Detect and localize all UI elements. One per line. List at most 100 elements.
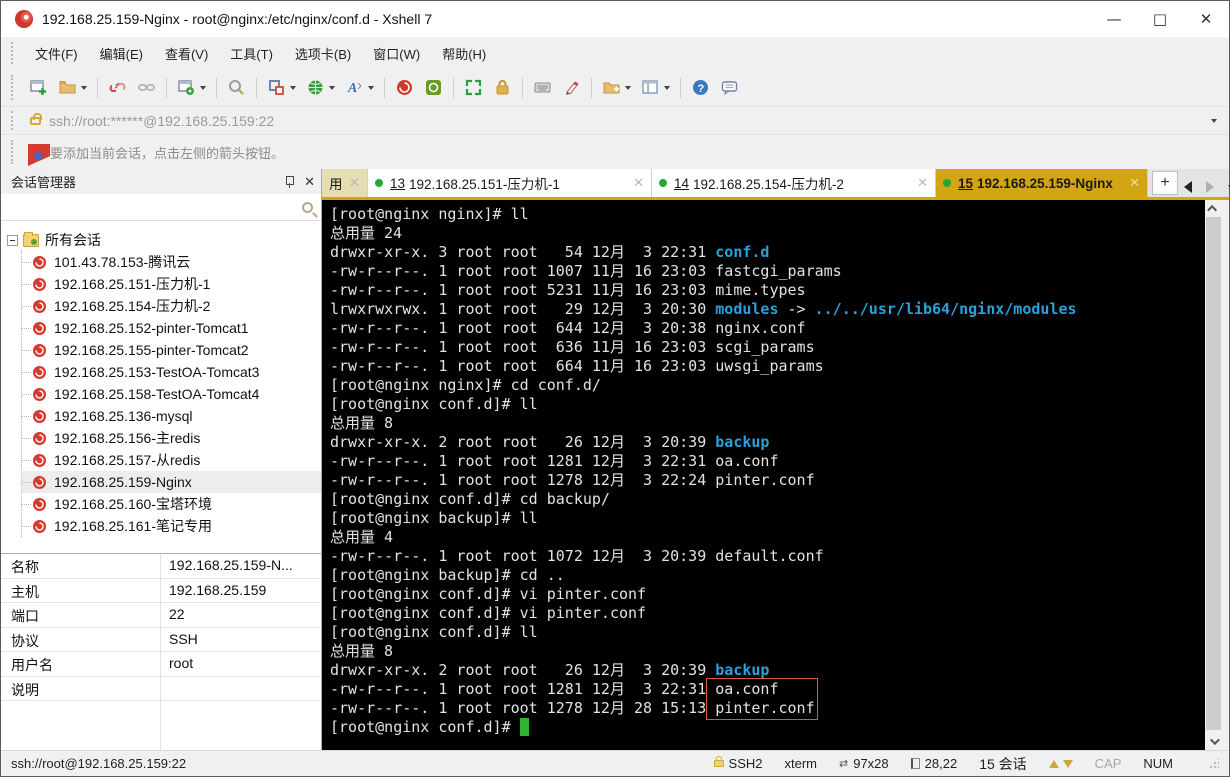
resize-grip[interactable] [1209,758,1219,769]
terminal-line: [root@nginx conf.d]# vi pinter.conf [330,585,647,603]
menu-item[interactable]: 工具(T) [219,40,284,67]
status-terminal-size: 97x28 [853,756,889,771]
collapse-expander-icon[interactable] [7,234,18,246]
session-tree-item[interactable]: 192.168.25.154-压力机-2 [22,295,321,317]
tab-close-icon[interactable]: ✕ [625,175,644,191]
session-tree-item[interactable]: 192.168.25.160-宝塔环境 [22,493,321,515]
tab-close-icon[interactable]: ✕ [909,175,928,191]
menu-item[interactable]: 选项卡(B) [284,40,362,67]
globe-encoding-icon[interactable] [302,74,339,101]
session-tree-children: 101.43.78.153-腾讯云 192.168.25.151-压力机-1 192… [21,251,321,537]
session-search-input[interactable] [9,199,302,215]
status-session-count[interactable]: 15 会话 [979,754,1026,774]
virtual-keyboard-icon[interactable] [529,74,556,101]
session-tree-item[interactable]: 192.168.25.158-TestOA-Tomcat4 [22,383,321,405]
terminal-line: [root@nginx backup]# cd .. [330,566,565,584]
menu-item[interactable]: 文件(F) [24,40,89,67]
fullscreen-icon[interactable] [460,74,487,101]
status-terminal-type[interactable]: xterm [785,756,818,771]
lock-icon[interactable] [489,74,516,101]
window-edge [1222,200,1229,750]
new-folder-icon[interactable] [598,74,635,101]
session-tree-item[interactable]: 101.43.78.153-腾讯云 [22,251,321,273]
find-icon[interactable] [223,74,250,101]
help-icon[interactable]: ? [687,74,714,101]
address-dropdown-caret[interactable] [1211,118,1217,123]
terminal-tab[interactable]: 13 192.168.25.151-压力机-1 ✕ [368,169,652,197]
address-url[interactable]: ssh://root:******@192.168.25.159:22 [49,113,274,129]
close-button[interactable]: ✕ [1183,1,1229,37]
tab-close-icon[interactable]: ✕ [1121,175,1140,191]
dropdown-caret[interactable] [664,85,670,90]
session-tree-item[interactable]: 192.168.25.156-主redis [22,427,321,449]
scrollbar-thumb[interactable] [1206,217,1221,730]
property-row[interactable]: 端口 22 [1,603,321,628]
property-row[interactable]: 协议 SSH [1,627,321,652]
new-session-icon[interactable] [25,74,52,101]
panel-close-icon[interactable]: ✕ [304,175,315,188]
property-row[interactable]: 主机 192.168.25.159 [1,578,321,603]
terminal-tab[interactable]: 15 192.168.25.159-Nginx ✕ [936,169,1148,197]
session-label: 192.168.25.157-从redis [54,452,201,468]
compose-layout-icon[interactable] [263,74,300,101]
session-label: 192.168.25.152-pinter-Tomcat1 [54,320,249,336]
minimize-button[interactable]: — [1091,1,1137,37]
property-row[interactable]: 名称 192.168.25.159-N... [1,554,321,579]
maximize-button[interactable]: □ [1137,1,1183,37]
property-label: 说明 [1,676,161,700]
session-manager-header: 会话管理器 ✕ [1,169,321,194]
scroll-down-icon[interactable] [1205,733,1222,750]
pin-icon[interactable] [284,175,295,188]
session-tree-item[interactable]: 192.168.25.151-压力机-1 [22,273,321,295]
tab-close-icon[interactable]: ✕ [341,175,360,191]
tab-scroll-right-icon[interactable] [1206,181,1214,193]
dropdown-caret[interactable] [329,85,335,90]
session-tree-item[interactable]: 192.168.25.159-Nginx [22,471,321,493]
highlight-pen-icon[interactable] [558,74,585,101]
session-tree-root[interactable]: 所有会话 [7,229,321,251]
menu-item[interactable]: 编辑(E) [89,40,154,67]
terminal-output[interactable]: [root@nginx nginx]# ll 总用量 24 drwxr-xr-x. … [322,200,1205,750]
tab-scroll-left-icon[interactable] [1184,181,1192,193]
menu-item[interactable]: 窗口(W) [362,40,431,67]
xshell-icon[interactable] [391,74,418,101]
search-icon[interactable] [302,201,313,213]
scroll-up-icon[interactable] [1205,200,1222,217]
menu-item[interactable]: 查看(V) [154,40,219,67]
add-session-arrow-icon[interactable] [28,144,42,160]
dropdown-caret[interactable] [368,85,374,90]
feedback-icon[interactable] [716,74,743,101]
connected-dot-icon [943,179,951,187]
terminal-tab[interactable]: 14 192.168.25.154-压力机-2 ✕ [652,169,936,197]
all-sessions-label: 所有会话 [45,232,101,248]
session-tree-item[interactable]: 192.168.25.157-从redis [22,449,321,471]
dropdown-caret[interactable] [625,85,631,90]
property-row[interactable]: 用户名 root [1,652,321,677]
session-tree-item[interactable]: 192.168.25.152-pinter-Tomcat1 [22,317,321,339]
font-icon[interactable]: A [341,74,378,101]
reconnect-icon[interactable] [133,74,160,101]
disconnect-icon[interactable] [104,74,131,101]
terminal-size-icon: ⇄ [839,758,849,770]
open-session-icon[interactable] [54,74,91,101]
window-layout-icon[interactable] [637,74,674,101]
session-tree-item[interactable]: 192.168.25.136-mysql [22,405,321,427]
new-tab-button[interactable]: + [1152,171,1178,195]
session-properties-icon[interactable] [173,74,210,101]
session-tree-item[interactable]: 192.168.25.153-TestOA-Tomcat3 [22,361,321,383]
cursor-position-icon [910,758,920,769]
dropdown-caret[interactable] [200,85,206,90]
session-tree-item[interactable]: 192.168.25.161-笔记专用 [22,515,321,537]
dropdown-caret[interactable] [290,85,296,90]
xftp-icon[interactable] [420,74,447,101]
property-label: 端口 [1,603,161,627]
terminal-scrollbar[interactable] [1205,200,1222,750]
session-label: 192.168.25.160-宝塔环境 [54,496,212,512]
menu-item[interactable]: 帮助(H) [431,40,497,67]
terminal-line: -rw-r--r--. 1 root root 644 12月 3 20:38 … [330,319,806,337]
terminal-line: drwxr-xr-x. 2 root root 26 12月 3 20:39 b… [330,433,770,451]
property-row[interactable]: 说明 [1,676,321,701]
terminal-tab[interactable]: 用✕ [322,169,368,197]
dropdown-caret[interactable] [81,85,87,90]
session-tree-item[interactable]: 192.168.25.155-pinter-Tomcat2 [22,339,321,361]
